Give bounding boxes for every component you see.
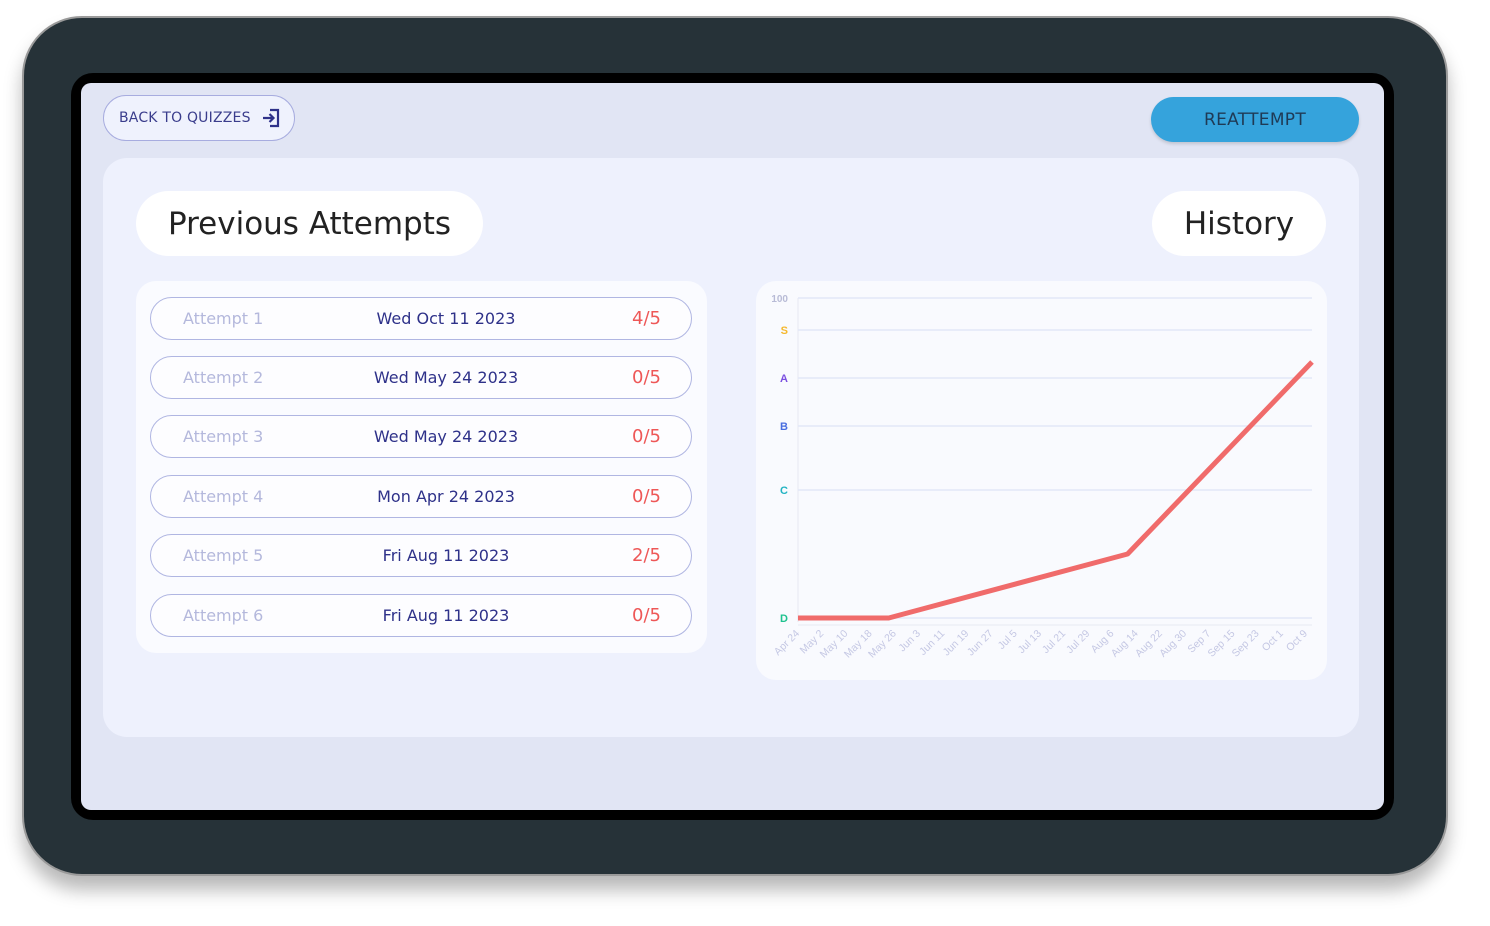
attempt-score: 0/5 xyxy=(632,426,661,447)
x-tick-label: Apr 24 xyxy=(772,628,802,658)
x-tick-label: Oct 1 xyxy=(1260,628,1286,654)
x-tick-label: Jul 21 xyxy=(1040,628,1068,656)
attempt-row[interactable]: Attempt 2 Wed May 24 2023 0/5 xyxy=(150,356,692,399)
x-tick-label: Jun 27 xyxy=(965,628,996,659)
history-chart: 100 S A B C D Apr 24 May 2 May 10 May 18 May 26 Jun… xyxy=(756,281,1327,680)
grade-label-c: C xyxy=(780,485,788,497)
attempts-list: Attempt 1 Wed Oct 11 2023 4/5 Attempt 2 … xyxy=(136,281,707,653)
back-button-label: BACK TO QUIZZES xyxy=(119,110,251,126)
grade-label-a: A xyxy=(780,373,788,385)
app-screen: BACK TO QUIZZES REATTEMPT Previous Attem… xyxy=(81,83,1384,810)
grade-label-b: B xyxy=(780,421,788,433)
history-chart-svg: 100SABCDApr 24May 2May 10May 18May 26Jun… xyxy=(771,294,1314,660)
x-tick-label: Jul 13 xyxy=(1016,628,1044,656)
attempt-row[interactable]: Attempt 6 Fri Aug 11 2023 0/5 xyxy=(150,594,692,637)
back-to-quizzes-button[interactable]: BACK TO QUIZZES xyxy=(103,95,295,141)
x-tick-label: Jul 29 xyxy=(1064,628,1092,656)
results-panel: Previous Attempts History Attempt 1 Wed … xyxy=(103,158,1359,737)
attempt-row[interactable]: Attempt 1 Wed Oct 11 2023 4/5 xyxy=(150,297,692,340)
x-tick-label: Sep 23 xyxy=(1230,628,1262,660)
reattempt-button[interactable]: REATTEMPT xyxy=(1151,97,1359,142)
attempt-row[interactable]: Attempt 5 Fri Aug 11 2023 2/5 xyxy=(150,534,692,577)
x-tick-label: Aug 30 xyxy=(1157,628,1189,660)
attempt-score: 0/5 xyxy=(632,367,661,388)
x-tick-label: Jun 19 xyxy=(941,628,972,659)
exit-arrow-icon xyxy=(262,108,279,128)
attempt-score: 4/5 xyxy=(632,308,661,329)
attempt-score: 0/5 xyxy=(632,486,661,507)
grade-label-d: D xyxy=(780,613,788,625)
attempt-score: 0/5 xyxy=(632,605,661,626)
previous-attempts-title: Previous Attempts xyxy=(136,191,483,256)
history-title: History xyxy=(1152,191,1326,256)
grade-label-s: S xyxy=(781,325,788,337)
x-tick-label: Oct 9 xyxy=(1284,628,1310,654)
y-tick-label: 100 xyxy=(771,294,788,305)
attempt-row[interactable]: Attempt 4 Mon Apr 24 2023 0/5 xyxy=(150,475,692,518)
attempt-score: 2/5 xyxy=(632,545,661,566)
attempt-row[interactable]: Attempt 3 Wed May 24 2023 0/5 xyxy=(150,415,692,458)
